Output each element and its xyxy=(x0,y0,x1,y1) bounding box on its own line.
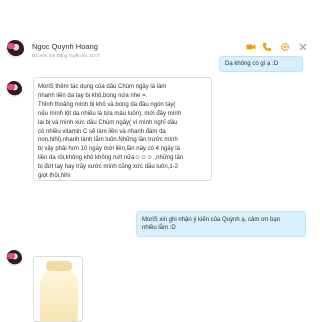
avatar-bow xyxy=(7,43,15,49)
contact-name[interactable]: Ngoc Quynh Hoang xyxy=(32,42,98,51)
message-line: MoriS thêm tác dụng của dầu Chùm ngây là… xyxy=(38,84,167,90)
avatar-bow xyxy=(7,84,15,90)
contact-avatar[interactable] xyxy=(6,81,22,97)
contact-avatar[interactable] xyxy=(6,250,22,266)
message-line: liền da rồi,không khô không nứt nữa☺☺☺ ,… xyxy=(38,155,184,162)
avatar-bow xyxy=(7,253,15,259)
message-text: Dạ không có gì ạ :D xyxy=(225,61,279,67)
gear-icon[interactable] xyxy=(280,42,290,52)
outgoing-message: Dạ không có gì ạ :D xyxy=(219,56,303,72)
incoming-message: MoriS thêm tác dụng của dầu Chùm ngây là… xyxy=(33,77,212,181)
phone-icon[interactable] xyxy=(262,42,272,52)
message-line: lại bị và mình xức dầu Chùm ngây( vì mìn… xyxy=(38,119,178,126)
message-line: non,hihi),nhanh lành lắm luôn.Những lần … xyxy=(38,137,178,144)
seen-status: Đã xem bởi Đặng Tuyền lúc 21:07 xyxy=(32,53,101,58)
close-icon[interactable] xyxy=(298,42,308,52)
jar-cap xyxy=(46,261,72,271)
photo-message[interactable] xyxy=(33,256,83,322)
message-line: MoriS xin ghi nhận ý kiến của Quỳnh ạ, c… xyxy=(142,217,281,223)
message-line: nhiều lắm :D xyxy=(142,225,176,232)
camera-icon[interactable] xyxy=(246,42,256,52)
outgoing-message: MoriS xin ghi nhận ý kiến của Quỳnh ạ, c… xyxy=(136,211,306,237)
message-line: có nhiều vitamin C sẽ làm liền và nhanh … xyxy=(38,128,166,135)
message-line: giọt thôi,hihi xyxy=(38,173,71,180)
message-line: nếu mình lột da nhiều là tứa máu luôn), … xyxy=(38,110,182,117)
chat-header: Ngoc Quynh Hoang Đã xem bởi Đặng Tuyền l… xyxy=(0,0,320,64)
contact-avatar[interactable] xyxy=(6,40,24,58)
message-line: Thỉnh thoảng mình bị khô và bong da đầu … xyxy=(38,101,176,108)
message-line: bị đứt tay hay trầy xước mình cũng xức d… xyxy=(38,164,179,171)
message-line: bị vậy phải hơn 10 ngày mới liền,lần này… xyxy=(38,146,180,153)
product-jar-image xyxy=(40,267,78,321)
message-line: nhanh liền da tay bị khô,bong nứa nhe =. xyxy=(38,92,148,99)
